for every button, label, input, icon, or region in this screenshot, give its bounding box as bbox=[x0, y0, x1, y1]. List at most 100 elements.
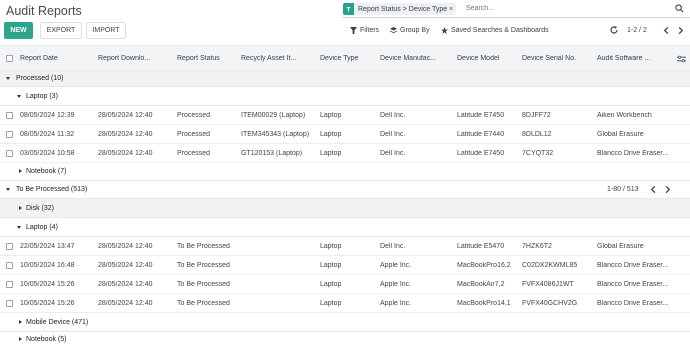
column-header-device-serial[interactable]: Device Serial No. bbox=[522, 55, 594, 62]
cell-recycly-asset: ITEM00029 (Laptop) bbox=[241, 112, 306, 119]
chevron-right-icon[interactable] bbox=[676, 26, 685, 35]
chevron-left-icon[interactable] bbox=[649, 185, 658, 194]
column-header-report-date[interactable]: Report Date bbox=[20, 55, 95, 62]
cell-device-manufacturer: Dell Inc. bbox=[380, 150, 406, 157]
group-by-toggle[interactable]: Group By bbox=[390, 27, 430, 34]
cell-device-serial: 8DJFF72 bbox=[522, 112, 551, 119]
group-row-disk[interactable]: Disk (32) bbox=[0, 199, 690, 218]
group-label: Notebook (5) bbox=[26, 336, 67, 343]
table-row[interactable]: 22/05/2024 13:47 28/05/2024 12:40 To Be Pr… bbox=[0, 237, 690, 256]
column-header-audit-software[interactable]: Audit Software ... bbox=[597, 55, 669, 62]
row-checkbox[interactable] bbox=[6, 112, 13, 119]
cell-report-download: 28/05/2024 12:40 bbox=[98, 243, 153, 250]
cell-report-date: 08/05/2024 12:39 bbox=[20, 112, 75, 119]
facet-close-icon[interactable]: × bbox=[449, 6, 453, 13]
star-icon bbox=[441, 27, 448, 34]
caret-right-icon bbox=[19, 320, 22, 324]
table-row[interactable]: 10/05/2024 16:48 28/05/2024 12:40 To Be Pr… bbox=[0, 256, 690, 275]
table-row[interactable]: 08/05/2024 11:32 28/05/2024 12:40 Processe… bbox=[0, 125, 690, 144]
cell-device-manufacturer: Dell Inc. bbox=[380, 131, 406, 138]
chevron-right-icon[interactable] bbox=[663, 185, 672, 194]
row-checkbox[interactable] bbox=[6, 300, 13, 307]
new-button[interactable]: NEW bbox=[4, 22, 33, 39]
cell-report-status: Processed bbox=[177, 150, 211, 157]
column-header-report-download[interactable]: Report Downlo... bbox=[98, 55, 173, 62]
cell-device-type: Laptop bbox=[320, 150, 342, 157]
pager-value[interactable]: 1-2 / 2 bbox=[627, 27, 647, 34]
search-facet[interactable]: Report Status > Device Type × bbox=[343, 3, 457, 15]
caret-right-icon bbox=[19, 337, 22, 341]
group-label: Laptop (4) bbox=[26, 224, 58, 231]
column-header-device-manufacturer[interactable]: Device Manufac... bbox=[380, 55, 452, 62]
table-row[interactable]: 10/05/2024 15:26 28/05/2024 12:40 To Be Pr… bbox=[0, 275, 690, 294]
cell-report-download: 28/05/2024 12:40 bbox=[98, 281, 153, 288]
group-row-mobile[interactable]: Mobile Device (471) bbox=[0, 314, 690, 332]
caret-right-icon bbox=[19, 169, 22, 173]
filter-icon bbox=[350, 27, 357, 34]
cell-device-serial: 7CYQT32 bbox=[522, 150, 554, 157]
table-row[interactable]: 08/05/2024 12:39 28/05/2024 12:40 Processe… bbox=[0, 106, 690, 125]
saved-searches-toggle[interactable]: Saved Searches & Dashboards bbox=[441, 27, 549, 34]
import-button[interactable]: IMPORT bbox=[86, 22, 126, 39]
column-options-icon[interactable] bbox=[677, 55, 686, 63]
cell-device-type: Laptop bbox=[320, 281, 342, 288]
group-label: Processed (10) bbox=[16, 75, 64, 82]
group-label: Disk (32) bbox=[26, 205, 55, 212]
column-header-device-type[interactable]: Device Type bbox=[320, 55, 375, 62]
table-row[interactable]: 10/05/2024 15:26 28/05/2024 12:40 To Be Pr… bbox=[0, 294, 690, 313]
cell-audit-software: Blancco Drive Eraser... bbox=[597, 262, 669, 269]
cell-device-type: Laptop bbox=[320, 131, 342, 138]
group-row-notebook-processed[interactable]: Notebook (7) bbox=[0, 163, 690, 181]
group-by-label: Group By bbox=[400, 27, 430, 34]
cell-device-type: Laptop bbox=[320, 243, 342, 250]
cell-device-serial: FVFX40GCHV2G bbox=[522, 300, 578, 307]
row-checkbox[interactable] bbox=[6, 243, 13, 250]
export-button[interactable]: EXPORT bbox=[40, 22, 82, 39]
group-row-laptop-tbp[interactable]: Laptop (4) bbox=[0, 218, 690, 237]
cell-report-download: 28/05/2024 12:40 bbox=[98, 262, 153, 269]
group-row-notebook-tbp[interactable]: Notebook (5) bbox=[0, 332, 690, 348]
column-header-recycly-asset[interactable]: Recycly Asset It... bbox=[241, 55, 316, 62]
cell-device-manufacturer: Apple Inc. bbox=[380, 281, 412, 288]
caret-down-icon bbox=[17, 95, 21, 98]
search-icon[interactable] bbox=[675, 4, 684, 13]
cell-report-status: To Be Processed bbox=[177, 281, 230, 288]
cell-device-serial: FVFX4086J1WT bbox=[522, 281, 574, 288]
filters-toggle[interactable]: Filters bbox=[350, 27, 379, 34]
table-row[interactable]: 03/05/2024 10:58 28/05/2024 12:40 Processe… bbox=[0, 144, 690, 163]
column-header-device-model[interactable]: Device Model bbox=[457, 55, 519, 62]
cell-report-date: 08/05/2024 11:32 bbox=[20, 131, 74, 138]
group-label: To Be Processed (513) bbox=[16, 186, 88, 193]
caret-right-icon bbox=[19, 206, 22, 210]
cell-device-model: Latitude E7440 bbox=[457, 131, 505, 138]
cell-report-status: To Be Processed bbox=[177, 300, 230, 307]
cell-report-status: To Be Processed bbox=[177, 243, 230, 250]
search-input[interactable] bbox=[466, 5, 656, 12]
row-checkbox[interactable] bbox=[6, 131, 13, 138]
chevron-left-icon[interactable] bbox=[662, 26, 671, 35]
group-row-laptop-processed[interactable]: Laptop (3) bbox=[0, 87, 690, 106]
column-header-report-status[interactable]: Report Status bbox=[177, 55, 237, 62]
cell-device-serial: 7HZK6T2 bbox=[522, 243, 552, 250]
cell-report-download: 28/05/2024 12:40 bbox=[98, 300, 153, 307]
cell-audit-software: Blancco Drive Eraser... bbox=[597, 281, 669, 288]
row-checkbox[interactable] bbox=[6, 281, 13, 288]
page-title: Audit Reports bbox=[6, 4, 82, 18]
cell-device-serial: 8DLDL12 bbox=[522, 131, 552, 138]
cell-report-date: 10/05/2024 15:26 bbox=[20, 281, 75, 288]
row-checkbox[interactable] bbox=[6, 150, 13, 157]
cell-device-manufacturer: Apple Inc. bbox=[380, 300, 412, 307]
cell-report-date: 22/05/2024 13:47 bbox=[20, 243, 75, 250]
group-pager-value[interactable]: 1-80 / 513 bbox=[607, 186, 639, 193]
table-header: Report Date Report Downlo... Report Stat… bbox=[0, 45, 690, 71]
row-checkbox[interactable] bbox=[6, 262, 13, 269]
cell-audit-software: Aiken Workbench bbox=[597, 112, 652, 119]
cell-device-manufacturer: Apple Inc. bbox=[380, 262, 412, 269]
cell-device-manufacturer: Dell Inc. bbox=[380, 112, 406, 119]
control-panel: Audit Reports NEW EXPORT IMPORT Report S… bbox=[0, 0, 690, 44]
cell-device-model: Latitude E7450 bbox=[457, 150, 505, 157]
group-row-to-be-processed[interactable]: To Be Processed (513) 1-80 / 513 bbox=[0, 181, 690, 199]
group-row-processed[interactable]: Processed (10) bbox=[0, 71, 690, 87]
select-all-checkbox[interactable] bbox=[6, 55, 13, 62]
refresh-icon[interactable] bbox=[609, 25, 619, 35]
